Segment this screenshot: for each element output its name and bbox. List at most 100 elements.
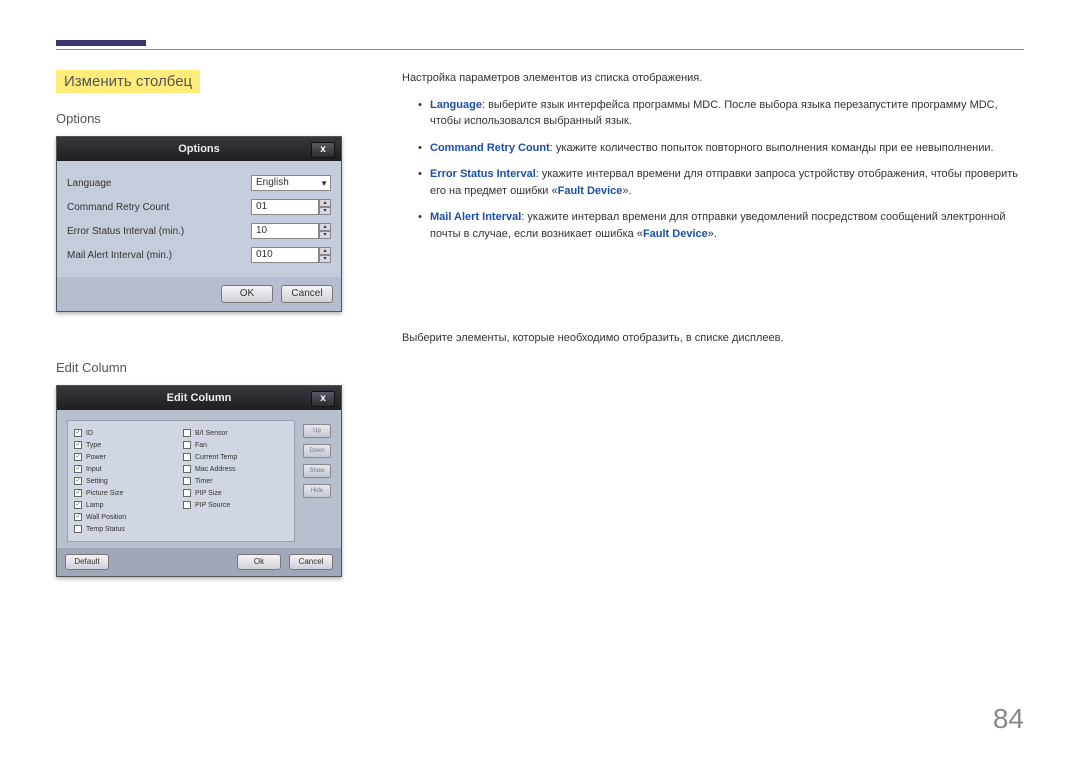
- edit-column-body: ✓ID✓Type✓Power✓Input✓Setting✓Picture Siz…: [57, 410, 341, 548]
- language-select[interactable]: English: [251, 175, 331, 191]
- options-bullets: Language: выберите язык интерфейса прогр…: [418, 97, 1024, 243]
- left-column: Изменить столбец Options Options x Langu…: [56, 70, 346, 577]
- checkbox-icon[interactable]: [183, 441, 191, 449]
- checkbox-icon[interactable]: [74, 525, 82, 533]
- row-mail-interval: Mail Alert Interval (min.) 010 ▴▾: [67, 243, 331, 267]
- column-item[interactable]: ✓ Picture Size: [74, 487, 179, 499]
- checkbox-icon[interactable]: [183, 453, 191, 461]
- row-retry: Command Retry Count 01 ▴▾: [67, 195, 331, 219]
- column-item[interactable]: ✓ Wall Position: [74, 511, 179, 523]
- checkbox-col-left: ✓ID✓Type✓Power✓Input✓Setting✓Picture Siz…: [74, 427, 179, 535]
- checkbox-icon[interactable]: ✓: [74, 441, 82, 449]
- checkbox-icon[interactable]: [183, 489, 191, 497]
- edit-column-dialog-title: Edit Column x: [57, 386, 341, 410]
- retry-spinner-buttons[interactable]: ▴▾: [319, 199, 331, 215]
- column-item[interactable]: ✓ ID: [74, 427, 179, 439]
- row-error-interval: Error Status Interval (min.) 10 ▴▾: [67, 219, 331, 243]
- cancel-button[interactable]: Cancel: [281, 285, 333, 303]
- mail-value[interactable]: 010: [251, 247, 319, 263]
- kw-mail: Mail Alert Interval: [430, 211, 521, 223]
- kw-retry: Command Retry Count: [430, 142, 550, 154]
- close-icon[interactable]: x: [311, 391, 335, 407]
- bullet-mail-interval: Mail Alert Interval: укажите интервал вр…: [418, 209, 1024, 242]
- cancel-button[interactable]: Cancel: [289, 554, 333, 570]
- edit-column-desc: Выберите элементы, которые необходимо от…: [402, 330, 1024, 347]
- checkbox-icon[interactable]: [183, 465, 191, 473]
- edit-column-dialog: Edit Column x ✓ID✓Type✓Power✓Input✓Setti…: [56, 385, 342, 577]
- column-item-label: Picture Size: [86, 490, 123, 497]
- error-value[interactable]: 10: [251, 223, 319, 239]
- column-item-label: Input: [86, 466, 102, 473]
- retry-spinner[interactable]: 01 ▴▾: [251, 199, 331, 215]
- right-column: Настройка параметров элементов из списка…: [402, 70, 1024, 577]
- edit-column-footer: Default Ok Cancel: [57, 548, 341, 576]
- column-item[interactable]: B/I Sensor: [183, 427, 288, 439]
- checkbox-icon[interactable]: ✓: [74, 513, 82, 521]
- column-item-label: Temp Status: [86, 526, 125, 533]
- column-item[interactable]: ✓ Lamp: [74, 499, 179, 511]
- bullet-language: Language: выберите язык интерфейса прогр…: [418, 97, 1024, 130]
- ok-button[interactable]: OK: [221, 285, 273, 303]
- kw-fault-device-2: Fault Device: [643, 228, 708, 240]
- section-title: Изменить столбец: [56, 70, 200, 93]
- content-columns: Изменить столбец Options Options x Langu…: [56, 70, 1024, 577]
- column-item-label: Current Temp: [195, 454, 237, 461]
- checkbox-icon[interactable]: ✓: [74, 465, 82, 473]
- bullet-error-text-b: ».: [622, 185, 631, 197]
- header-rule: [56, 49, 1024, 50]
- header-accent-bar: [56, 40, 146, 46]
- options-intro: Настройка параметров элементов из списка…: [402, 70, 1024, 87]
- column-item[interactable]: ✓ Type: [74, 439, 179, 451]
- show-button[interactable]: Show: [303, 464, 331, 478]
- column-item[interactable]: ✓ Setting: [74, 475, 179, 487]
- column-item-label: Lamp: [86, 502, 104, 509]
- default-button[interactable]: Default: [65, 554, 109, 570]
- checkbox-icon[interactable]: ✓: [74, 429, 82, 437]
- column-checkbox-area: ✓ID✓Type✓Power✓Input✓Setting✓Picture Siz…: [67, 420, 295, 542]
- bullet-error-interval: Error Status Interval: укажите интервал …: [418, 166, 1024, 199]
- reorder-buttons: Up Down Show Hide: [303, 420, 331, 542]
- ok-button[interactable]: Ok: [237, 554, 281, 570]
- column-item[interactable]: ✓ Input: [74, 463, 179, 475]
- kw-language: Language: [430, 99, 482, 111]
- hide-button[interactable]: Hide: [303, 484, 331, 498]
- checkbox-icon[interactable]: ✓: [74, 501, 82, 509]
- error-label: Error Status Interval (min.): [67, 226, 251, 237]
- column-item[interactable]: Mac Address: [183, 463, 288, 475]
- error-spinner-buttons[interactable]: ▴▾: [319, 223, 331, 239]
- column-item[interactable]: ✓Power: [74, 451, 179, 463]
- error-spinner[interactable]: 10 ▴▾: [251, 223, 331, 239]
- column-item[interactable]: PIP Source: [183, 499, 288, 511]
- close-icon[interactable]: x: [311, 142, 335, 158]
- up-button[interactable]: Up: [303, 424, 331, 438]
- checkbox-icon[interactable]: ✓: [74, 477, 82, 485]
- language-label: Language: [67, 178, 251, 189]
- column-item[interactable]: Fan: [183, 439, 288, 451]
- column-item[interactable]: PIP Size: [183, 487, 288, 499]
- column-item[interactable]: Current Temp: [183, 451, 288, 463]
- column-item-label: ID: [86, 430, 93, 437]
- options-dialog-body: Language English Command Retry Count 01 …: [57, 161, 341, 277]
- down-button[interactable]: Down: [303, 444, 331, 458]
- checkbox-icon[interactable]: [183, 477, 191, 485]
- checkbox-icon[interactable]: ✓: [74, 453, 82, 461]
- column-item-label: Type: [86, 442, 101, 449]
- bullet-retry-text: : укажите количество попыток повторного …: [550, 142, 994, 154]
- options-dialog-title: Options x: [57, 137, 341, 161]
- column-item-label: Setting: [86, 478, 108, 485]
- column-item-label: B/I Sensor: [195, 430, 228, 437]
- column-item[interactable]: Timer: [183, 475, 288, 487]
- checkbox-icon[interactable]: [183, 429, 191, 437]
- mail-spinner[interactable]: 010 ▴▾: [251, 247, 331, 263]
- retry-value[interactable]: 01: [251, 199, 319, 215]
- retry-label: Command Retry Count: [67, 202, 251, 213]
- checkbox-col-right: B/I Sensor Fan Current Temp Mac Address Time…: [183, 427, 288, 535]
- checkbox-icon[interactable]: ✓: [74, 489, 82, 497]
- mail-spinner-buttons[interactable]: ▴▾: [319, 247, 331, 263]
- kw-error: Error Status Interval: [430, 168, 536, 180]
- column-item[interactable]: Temp Status: [74, 523, 179, 535]
- bullet-language-text: : выберите язык интерфейса программы MDC…: [430, 99, 998, 128]
- column-item-label: Mac Address: [195, 466, 235, 473]
- column-item-label: Wall Position: [86, 514, 126, 521]
- checkbox-icon[interactable]: [183, 501, 191, 509]
